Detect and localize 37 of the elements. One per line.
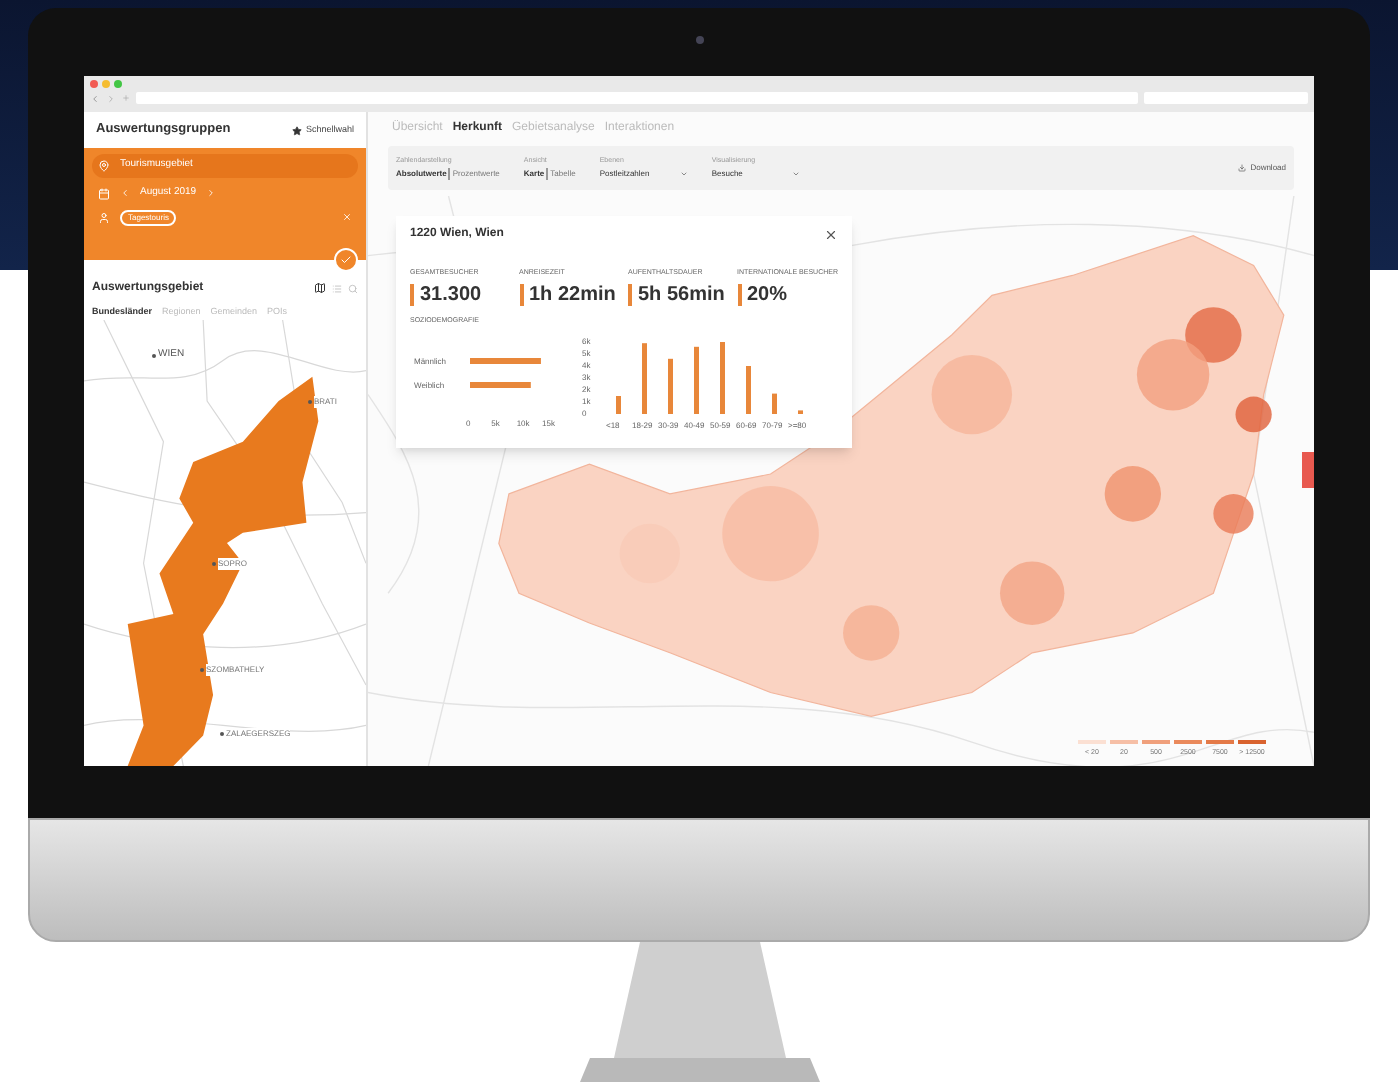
stat-value: 20%: [737, 284, 838, 306]
legend-swatch: [1078, 739, 1106, 744]
chart-bar: [772, 394, 777, 415]
legend-swatch: [1110, 739, 1138, 744]
map-icon[interactable]: [314, 282, 326, 294]
chart-bar: [470, 358, 541, 365]
chart-bar: [694, 347, 699, 415]
stat-value: 1h 22min: [519, 284, 620, 306]
star-icon: [291, 125, 302, 135]
forward-icon[interactable]: [106, 93, 116, 103]
legend-swatch: [1206, 739, 1234, 744]
back-icon[interactable]: [90, 93, 100, 103]
legend-swatch: [1142, 739, 1170, 744]
stat-value: 5h 56min: [628, 284, 729, 306]
stat-value: 31.300: [410, 284, 511, 306]
user-icon: [98, 211, 110, 223]
chart-bar: [470, 382, 531, 389]
chart-bar: [668, 359, 673, 415]
close-icon[interactable]: [824, 228, 838, 242]
list-icon[interactable]: [332, 283, 342, 293]
chart-bar: [798, 410, 803, 415]
chart-bar: [616, 396, 621, 415]
legend-swatch: [1238, 739, 1266, 744]
next-icon[interactable]: [206, 188, 217, 199]
search-icon[interactable]: [348, 283, 358, 293]
legend-swatch: [1174, 739, 1202, 744]
download-icon: [1238, 164, 1247, 172]
confirm-button[interactable]: [334, 248, 358, 272]
chart-bar: [746, 366, 751, 415]
previous-icon[interactable]: [120, 188, 130, 199]
calendar-icon: [98, 187, 110, 200]
camera-icon: [696, 36, 704, 44]
chart-bar: [642, 343, 647, 415]
pin-icon: [98, 160, 110, 172]
side-tab[interactable]: [1302, 452, 1314, 488]
check-icon: [340, 254, 352, 266]
chart-bar: [720, 342, 725, 415]
